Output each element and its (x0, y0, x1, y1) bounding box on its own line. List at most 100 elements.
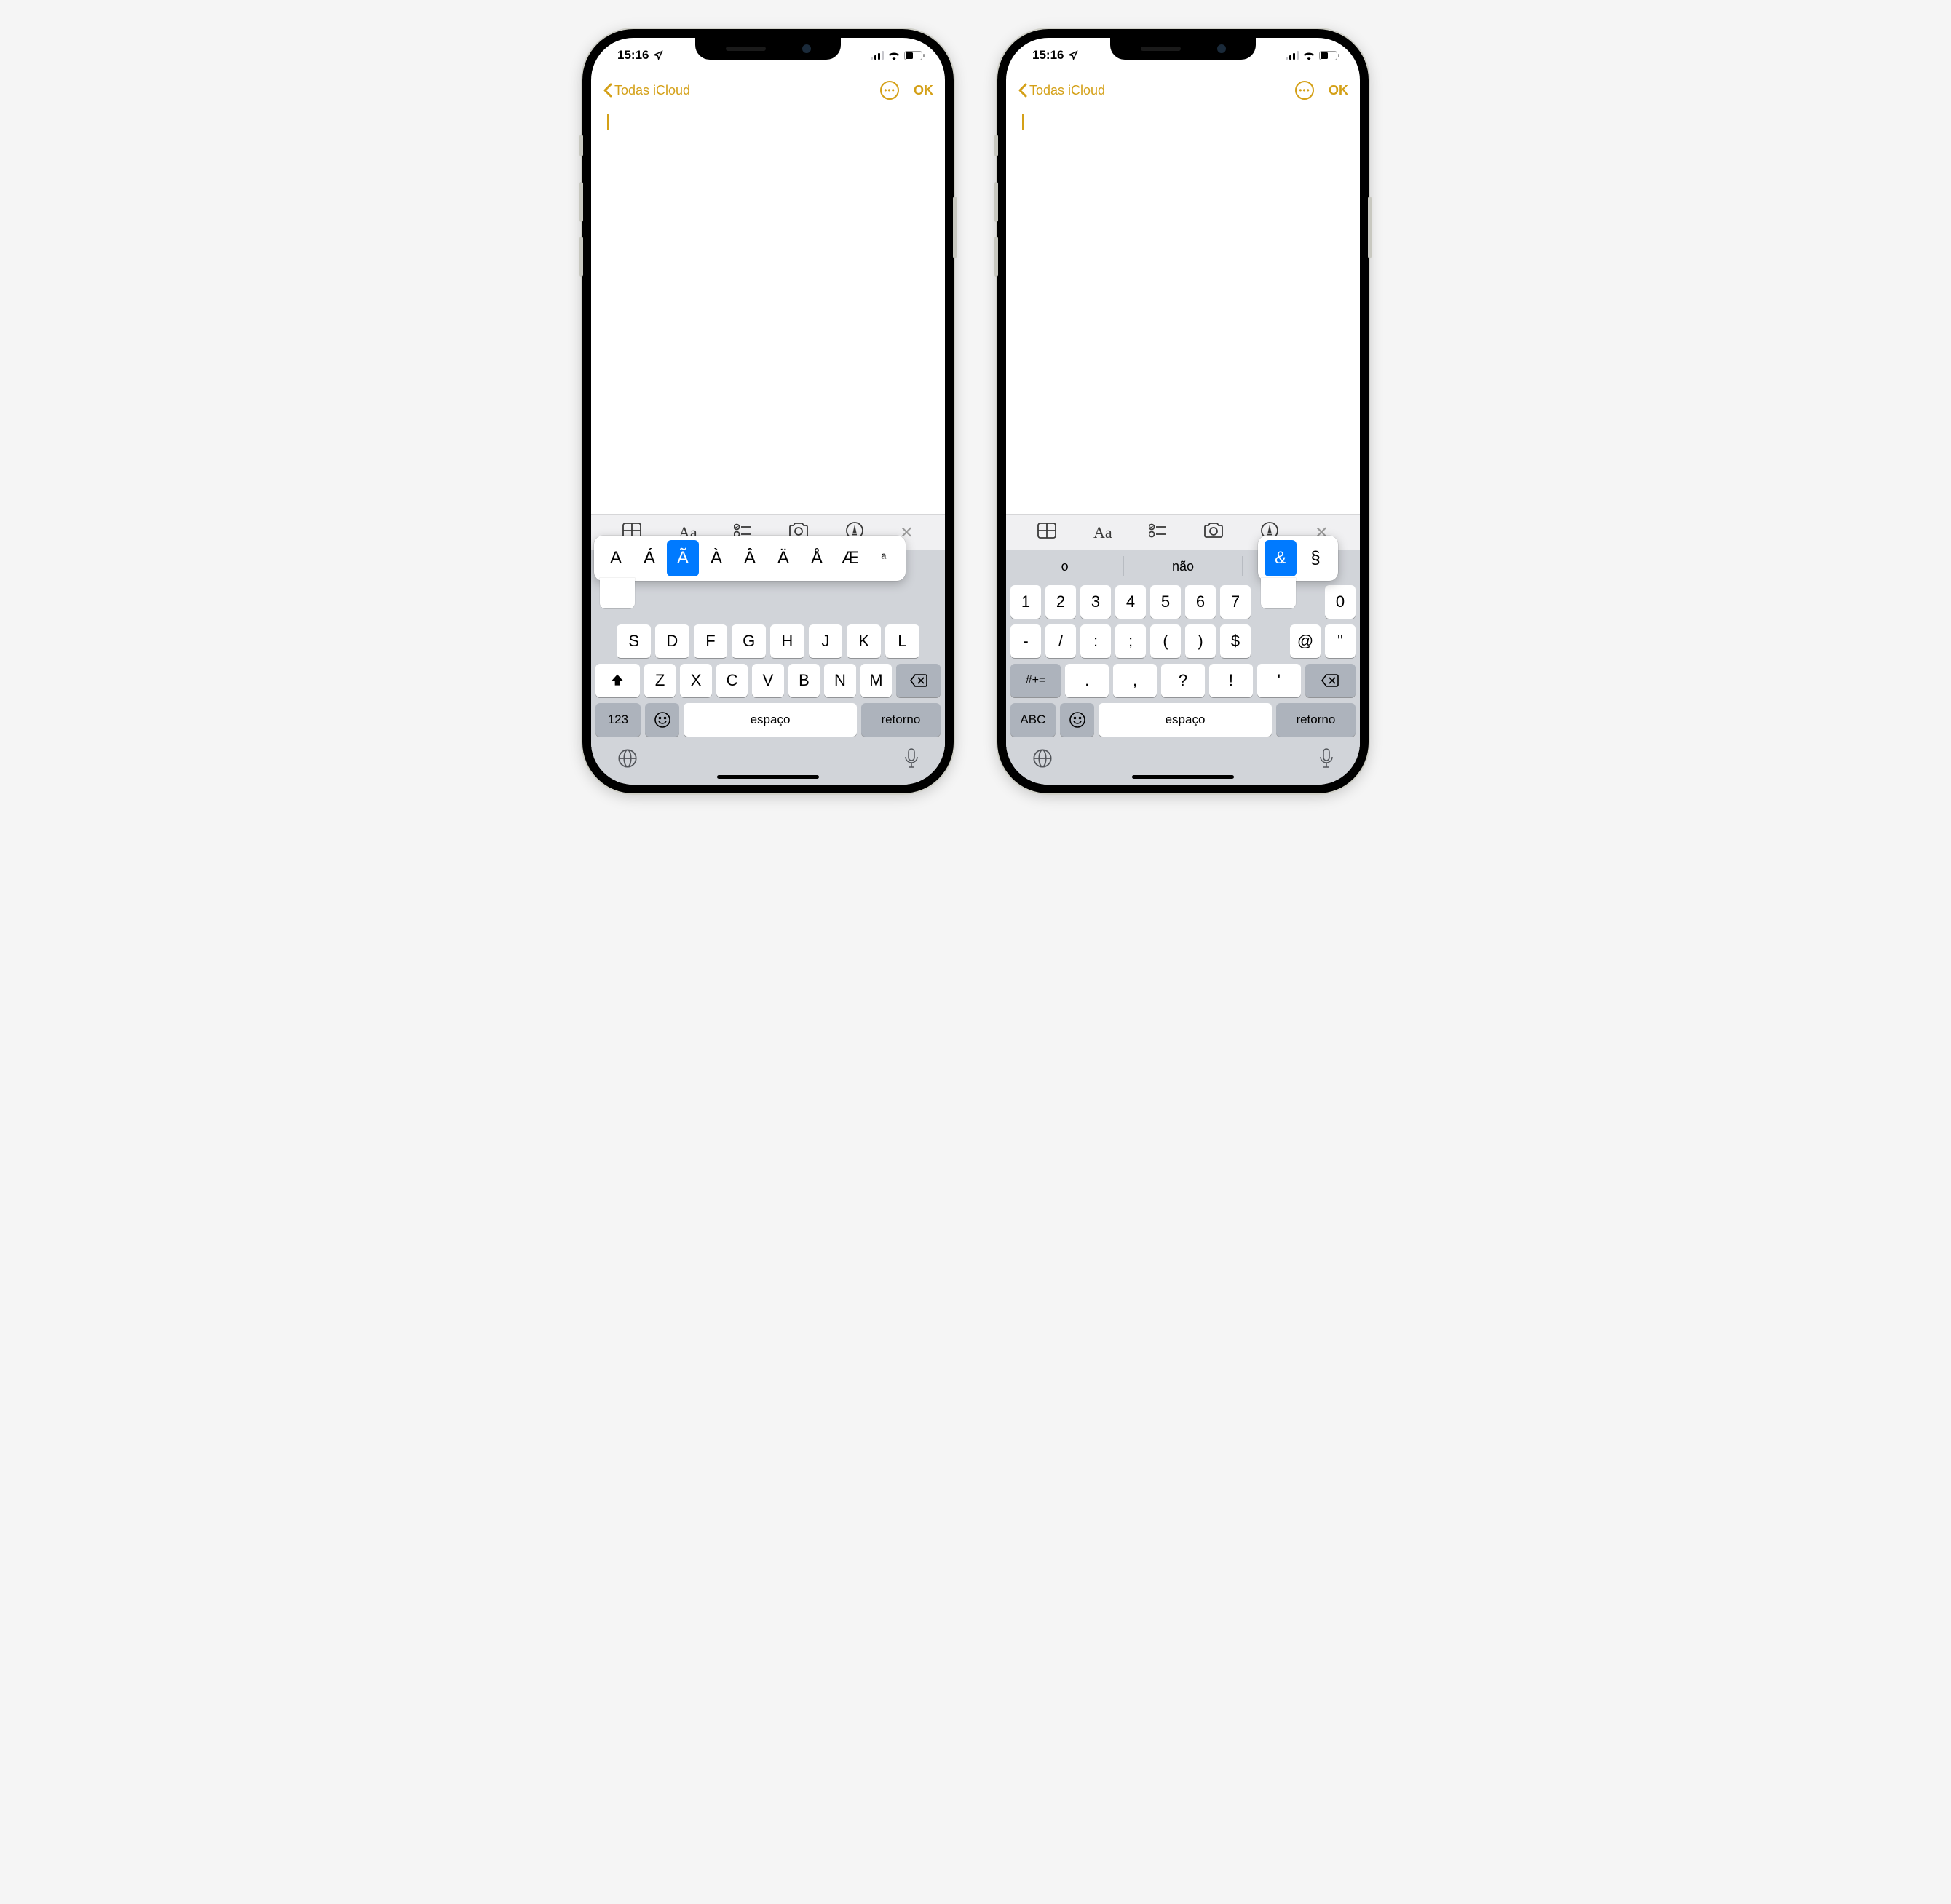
wifi-icon (887, 51, 901, 60)
phone-left: 15:16 Todas iCloud ••• OK Aa (582, 29, 954, 793)
key-g[interactable]: G (732, 624, 766, 658)
return-key[interactable]: retorno (861, 703, 941, 737)
more-button[interactable]: ••• (880, 81, 899, 100)
key-0[interactable]: 0 (1325, 585, 1356, 619)
key-exclaim[interactable]: ! (1209, 664, 1253, 697)
key-apostrophe[interactable]: ' (1257, 664, 1301, 697)
key-f[interactable]: F (694, 624, 728, 658)
key-colon[interactable]: : (1080, 624, 1111, 658)
keyboard: o não que 1 2 3 4 5 6 7 8 9 0 & § (1006, 550, 1360, 785)
backspace-icon (910, 674, 927, 687)
key-z[interactable]: Z (644, 664, 676, 697)
dictation-key[interactable] (1319, 748, 1334, 772)
symbol-popup[interactable]: & § (1258, 536, 1338, 581)
ok-button[interactable]: OK (914, 83, 933, 98)
key-b[interactable]: B (788, 664, 820, 697)
emoji-key[interactable] (645, 703, 680, 737)
phone-right: 15:16 Todas iCloud ••• OK Aa (997, 29, 1369, 793)
checklist-icon[interactable] (1149, 523, 1166, 542)
key-quote[interactable]: " (1325, 624, 1356, 658)
key-v[interactable]: V (752, 664, 783, 697)
key-comma[interactable]: , (1113, 664, 1157, 697)
backspace-key[interactable] (1305, 664, 1356, 697)
accent-option[interactable]: Ä (767, 540, 799, 576)
key-dollar[interactable]: $ (1220, 624, 1251, 658)
suggestion-1[interactable]: o (1006, 550, 1123, 582)
backspace-key[interactable] (896, 664, 941, 697)
home-indicator[interactable] (1132, 775, 1234, 779)
key-semicolon[interactable]: ; (1115, 624, 1146, 658)
more-button[interactable]: ••• (1295, 81, 1314, 100)
mode-key[interactable]: ABC (1010, 703, 1056, 737)
accent-option[interactable]: Á (633, 540, 665, 576)
mode-key[interactable]: 123 (595, 703, 641, 737)
key-3[interactable]: 3 (1080, 585, 1111, 619)
key-n[interactable]: N (824, 664, 855, 697)
key-m[interactable]: M (860, 664, 892, 697)
note-body[interactable] (1006, 108, 1360, 514)
chevron-left-icon (603, 83, 613, 98)
table-icon[interactable] (1037, 523, 1056, 542)
symbols-key[interactable]: #+= (1010, 664, 1061, 697)
accent-option[interactable]: A (600, 540, 632, 576)
key-k[interactable]: K (847, 624, 881, 658)
globe-key[interactable] (1032, 748, 1053, 772)
key-slash[interactable]: / (1045, 624, 1076, 658)
key-l[interactable]: L (885, 624, 919, 658)
location-icon (653, 50, 663, 60)
space-key[interactable]: espaço (1099, 703, 1272, 737)
key-period[interactable]: . (1065, 664, 1109, 697)
symbol-option[interactable]: § (1299, 540, 1331, 576)
back-label: Todas iCloud (1029, 83, 1105, 98)
accent-popup[interactable]: A Á Ã À Â Ä Å Æ ª (594, 536, 906, 581)
key-c[interactable]: C (716, 664, 748, 697)
key-rparen[interactable]: ) (1185, 624, 1216, 658)
key-5[interactable]: 5 (1150, 585, 1181, 619)
home-indicator[interactable] (717, 775, 819, 779)
key-at[interactable]: @ (1290, 624, 1321, 658)
note-body[interactable] (591, 108, 945, 514)
more-icon: ••• (884, 85, 895, 95)
location-icon (1068, 50, 1078, 60)
key-h[interactable]: H (770, 624, 804, 658)
key-lparen[interactable]: ( (1150, 624, 1181, 658)
key-d[interactable]: D (655, 624, 689, 658)
back-button[interactable]: Todas iCloud (603, 83, 690, 98)
back-button[interactable]: Todas iCloud (1018, 83, 1105, 98)
camera-icon[interactable] (1203, 523, 1224, 542)
keyboard-dock (591, 739, 945, 780)
cellular-icon (871, 51, 884, 60)
accent-option[interactable]: Å (801, 540, 833, 576)
symbol-option-selected[interactable]: & (1265, 540, 1297, 576)
emoji-key[interactable] (1060, 703, 1095, 737)
key-j[interactable]: J (809, 624, 843, 658)
more-icon: ••• (1299, 85, 1310, 95)
return-key[interactable]: retorno (1276, 703, 1356, 737)
key-s[interactable]: S (617, 624, 651, 658)
space-key[interactable]: espaço (684, 703, 857, 737)
accent-option[interactable]: Æ (834, 540, 866, 576)
key-1[interactable]: 1 (1010, 585, 1041, 619)
shift-key[interactable] (595, 664, 640, 697)
key-7[interactable]: 7 (1220, 585, 1251, 619)
emoji-icon (1069, 711, 1086, 729)
accent-option-selected[interactable]: Ã (667, 540, 699, 576)
key-question[interactable]: ? (1161, 664, 1205, 697)
accent-option[interactable]: À (700, 540, 732, 576)
key-2[interactable]: 2 (1045, 585, 1076, 619)
status-time: 15:16 (1032, 48, 1064, 63)
mic-icon (1319, 748, 1334, 769)
suggestion-2[interactable]: não (1123, 556, 1241, 576)
key-dash[interactable]: - (1010, 624, 1041, 658)
battery-icon (1319, 51, 1339, 60)
format-icon[interactable]: Aa (1093, 523, 1112, 542)
key-6[interactable]: 6 (1185, 585, 1216, 619)
globe-key[interactable] (617, 748, 638, 772)
ok-button[interactable]: OK (1329, 83, 1348, 98)
accent-option[interactable]: ª (868, 540, 900, 576)
accent-option[interactable]: Â (734, 540, 766, 576)
dictation-key[interactable] (904, 748, 919, 772)
globe-icon (617, 748, 638, 769)
key-x[interactable]: X (680, 664, 711, 697)
key-4[interactable]: 4 (1115, 585, 1146, 619)
